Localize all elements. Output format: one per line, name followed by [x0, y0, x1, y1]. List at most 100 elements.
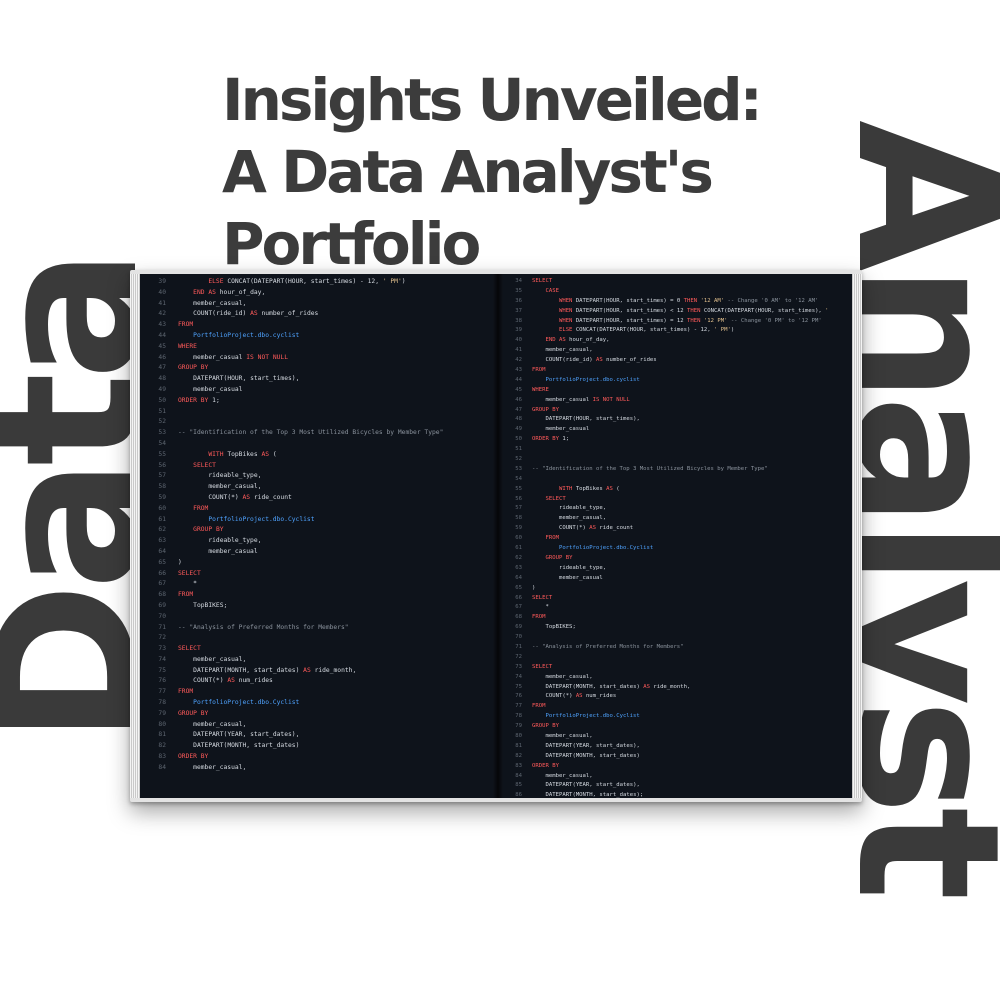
- right-code-line: 50 ORDER BY 1;: [498, 435, 852, 445]
- line-number: 46: [158, 353, 166, 361]
- code-text: ELSE CONCAT(DATEPART(HOUR, start_times) …: [208, 278, 406, 285]
- line-number: 49: [515, 426, 522, 433]
- line-number: 40: [158, 288, 166, 296]
- left-code-line: 72: [140, 633, 498, 644]
- line-number: 58: [158, 483, 166, 491]
- right-code-line: 56 SELECT: [498, 495, 852, 505]
- right-code-line: 69 TopBIKES;: [498, 623, 852, 633]
- left-code-line: 46 member_casual IS NOT NULL: [140, 353, 498, 364]
- right-code-line: 63 rideable_type,: [498, 564, 852, 574]
- line-number: 42: [158, 310, 166, 318]
- code-text: SELECT: [178, 645, 201, 653]
- right-code-line: 80 member_casual,: [498, 732, 852, 742]
- line-number: 69: [515, 624, 522, 631]
- line-number: 47: [158, 364, 166, 372]
- line-number: 76: [158, 677, 166, 685]
- right-code-line: 70: [498, 633, 852, 643]
- right-code-line: 43 FROM: [498, 366, 852, 376]
- line-number: 35: [515, 287, 522, 294]
- line-number: 51: [515, 446, 522, 453]
- code-text: member_casual: [193, 385, 243, 393]
- left-code-line: 55 WITH TopBikes AS (: [140, 450, 498, 461]
- code-text: GROUP BY: [545, 554, 573, 561]
- code-text: FROM: [545, 535, 559, 542]
- code-text: member_casual,: [545, 772, 593, 779]
- code-text: *: [193, 580, 197, 588]
- code-text: member_casual,: [193, 720, 247, 728]
- code-text: member_casual,: [558, 515, 607, 522]
- code-text: FROM: [532, 614, 546, 621]
- code-text: member_casual,: [545, 732, 593, 739]
- code-text: *: [545, 604, 549, 611]
- left-code-line: 80 member_casual,: [140, 720, 498, 731]
- right-code-line: 81 DATEPART(YEAR, start_dates),: [498, 742, 852, 752]
- book-page-edges-right: [852, 274, 862, 798]
- right-code-line: 39 ELSE CONCAT(DATEPART(HOUR, start_time…: [498, 326, 852, 336]
- line-number: 43: [515, 367, 522, 374]
- right-code-line: 55 WITH TopBikes AS (: [498, 485, 852, 495]
- line-number: 53: [158, 429, 166, 437]
- line-number: 81: [158, 731, 166, 739]
- right-code-line: 49 member_casual: [498, 425, 852, 435]
- right-code-line: 84 member_casual,: [498, 772, 852, 782]
- left-code-line: 57 rideable_type,: [140, 471, 498, 482]
- code-text: DATEPART(YEAR, start_dates),: [545, 742, 640, 749]
- line-number: 80: [158, 720, 166, 728]
- left-code-line: 81 DATEPART(YEAR, start_dates),: [140, 730, 498, 741]
- line-number: 64: [515, 574, 522, 581]
- code-text: rideable_type,: [208, 472, 262, 480]
- code-text: member_casual,: [193, 763, 247, 771]
- code-text: member_casual,: [193, 299, 247, 307]
- right-code-line: 59 COUNT(*) AS ride_count: [498, 524, 852, 534]
- code-text: GROUP BY: [178, 709, 209, 717]
- line-number: 52: [158, 418, 166, 426]
- right-code-line: 60 FROM: [498, 534, 852, 544]
- left-code-line: 70: [140, 612, 498, 623]
- line-number: 60: [158, 504, 166, 512]
- book-page-edges-left: [130, 274, 140, 798]
- line-number: 42: [515, 357, 522, 364]
- open-book: 39 ELSE CONCAT(DATEPART(HOUR, start_time…: [130, 270, 862, 802]
- code-text: -- "Analysis of Preferred Months for Mem…: [178, 623, 349, 631]
- line-number: 79: [515, 723, 522, 730]
- line-number: 45: [515, 386, 522, 393]
- line-number: 36: [515, 297, 522, 304]
- right-code-line: 57 rideable_type,: [498, 504, 852, 514]
- line-number: 47: [515, 406, 522, 413]
- line-number: 72: [515, 653, 522, 660]
- left-code-line: 62 GROUP BY: [140, 525, 498, 536]
- code-text: rideable_type,: [558, 564, 607, 571]
- code-text: DATEPART(HOUR, start_times),: [193, 375, 300, 383]
- line-number: 50: [158, 396, 166, 404]
- line-number: 52: [515, 456, 522, 463]
- line-number: 38: [515, 317, 522, 324]
- book-spine: [493, 274, 503, 798]
- left-code-line: 79 GROUP BY: [140, 709, 498, 720]
- code-page-right: 34 SELECT 35 CASE 36 WHEN DATEPART(HOUR, st…: [498, 274, 852, 798]
- code-text: SELECT: [178, 569, 201, 577]
- code-text: ORDER BY: [178, 753, 209, 761]
- code-text: COUNT(*) AS num_rides: [193, 677, 273, 685]
- line-number: 53: [515, 465, 522, 472]
- line-number: 62: [158, 526, 166, 534]
- left-code-line: 82 DATEPART(MONTH, start_dates): [140, 741, 498, 752]
- left-code-line: 78 PortfolioProject.dbo.Cyclist: [140, 698, 498, 709]
- right-code-line: 64 member_casual: [498, 574, 852, 584]
- left-code-line: 69 TopBIKES;: [140, 601, 498, 612]
- right-code-line: 45 WHERE: [498, 386, 852, 396]
- right-code-line: 65): [498, 584, 852, 594]
- code-text: DATEPART(MONTH, start_dates): [193, 742, 300, 750]
- line-number: 50: [515, 436, 522, 443]
- right-code-line: 66 SELECT: [498, 594, 852, 604]
- line-number: 61: [158, 515, 166, 523]
- code-text: SELECT: [532, 594, 553, 601]
- line-number: 82: [515, 752, 522, 759]
- line-number: 59: [515, 525, 522, 532]
- left-code-line: 39 ELSE CONCAT(DATEPART(HOUR, start_time…: [140, 277, 498, 288]
- code-text: END AS hour_of_day,: [545, 337, 610, 344]
- right-code-line: 71 -- "Analysis of Preferred Months for M…: [498, 643, 852, 653]
- line-number: 54: [158, 439, 166, 447]
- code-text: COUNT(*) AS num_rides: [545, 693, 617, 700]
- code-text: PortfolioProject.dbo.Cyclist: [193, 699, 300, 707]
- code-text: ORDER BY 1;: [178, 396, 220, 404]
